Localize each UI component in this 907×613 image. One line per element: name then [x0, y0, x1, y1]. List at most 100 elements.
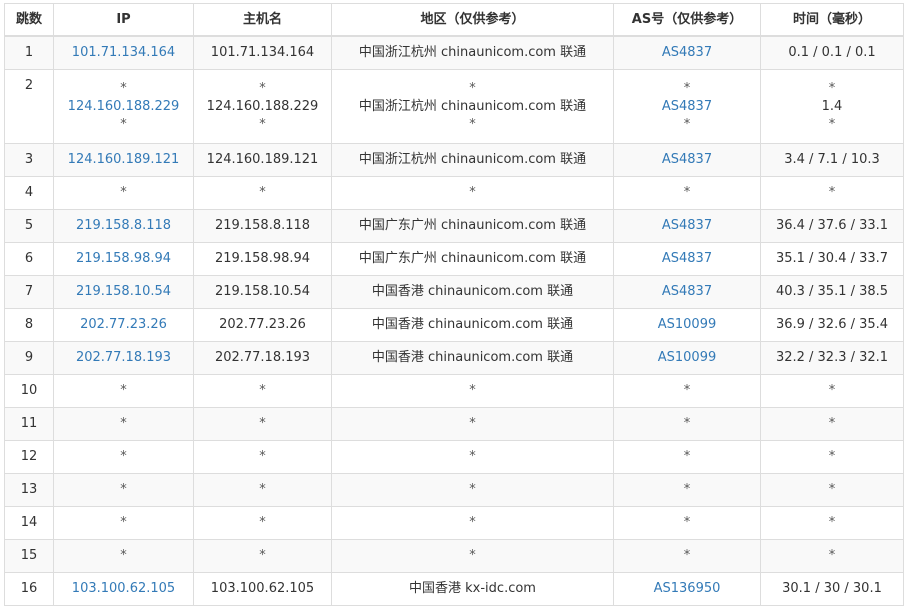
time-cell: 40.3 / 35.1 / 38.5: [760, 275, 904, 309]
asn-link[interactable]: AS4837: [618, 44, 756, 62]
time-cell: 35.1 / 30.4 / 33.7: [760, 242, 904, 276]
no-response-marker: *: [828, 515, 836, 530]
no-response-marker: *: [259, 482, 266, 497]
asn-link[interactable]: AS4837: [618, 151, 756, 169]
time-cell: *: [760, 539, 904, 573]
asn-link[interactable]: AS4837: [618, 283, 756, 301]
table-header-row: 跳数 IP 主机名 地区（仅供参考） AS号（仅供参考） 时间（毫秒）: [4, 3, 904, 37]
location-text: 中国浙江杭州 chinaunicom.com 联通: [358, 45, 587, 60]
ip-link[interactable]: 219.158.10.54: [58, 283, 189, 301]
no-response-marker: *: [683, 548, 691, 563]
time-cell: *: [760, 374, 904, 408]
no-response-marker: *: [259, 80, 266, 96]
hop-number: 7: [4, 275, 54, 309]
location-text: 中国香港 chinaunicom.com 联通: [371, 317, 574, 332]
table-row: 14 * * * * *: [4, 506, 904, 540]
time-cell: *: [760, 176, 904, 210]
ip-link[interactable]: 124.160.188.229: [58, 98, 189, 116]
location-cell: *: [331, 176, 614, 210]
asn-cell: AS4837: [613, 209, 761, 243]
time-cell: *: [760, 473, 904, 507]
location-cell: *: [331, 374, 614, 408]
hop-number: 1: [4, 35, 54, 70]
no-response-marker: *: [259, 383, 266, 398]
no-response-marker: *: [828, 482, 836, 497]
hop-number: 9: [4, 341, 54, 375]
asn-link[interactable]: AS4837: [618, 217, 756, 235]
location-text: 中国广东广州 chinaunicom.com 联通: [358, 218, 587, 233]
ip-link[interactable]: 202.77.18.193: [58, 349, 189, 367]
asn-cell: AS10099: [613, 341, 761, 375]
no-response-marker: *: [828, 548, 836, 563]
no-response-marker: *: [259, 548, 266, 563]
ip-link[interactable]: 219.158.8.118: [58, 217, 189, 235]
table-row: 7 219.158.10.54 219.158.10.54 中国香港 chinauni…: [4, 275, 904, 309]
location-cell: 中国香港 kx-idc.com: [331, 572, 614, 606]
header-hop: 跳数: [4, 3, 54, 37]
no-response-marker: *: [469, 449, 476, 464]
table-row: 4 * * * * *: [4, 176, 904, 210]
hostname-cell: 124.160.189.121: [193, 143, 332, 177]
asn-link[interactable]: AS4837: [618, 98, 756, 116]
no-response-marker: *: [683, 416, 691, 431]
ip-cell: 103.100.62.105: [53, 572, 194, 606]
asn-cell: *: [613, 176, 761, 210]
asn-cell: *: [613, 374, 761, 408]
ip-cell: 202.77.18.193: [53, 341, 194, 375]
no-response-marker: *: [828, 185, 836, 200]
ip-cell: 101.71.134.164: [53, 35, 194, 70]
no-response-marker: *: [120, 548, 127, 563]
hop-number: 2: [4, 69, 54, 144]
location-cell: * 中国浙江杭州 chinaunicom.com 联通 *: [331, 69, 614, 144]
asn-cell: AS4837: [613, 143, 761, 177]
hostname-cell: 219.158.10.54: [193, 275, 332, 309]
hostname-text: 124.160.188.229: [206, 98, 319, 114]
hop-number: 8: [4, 308, 54, 342]
time-cell: *: [760, 506, 904, 540]
traceroute-table: 跳数 IP 主机名 地区（仅供参考） AS号（仅供参考） 时间（毫秒） 1 101…: [4, 3, 904, 606]
hop-number: 16: [4, 572, 54, 606]
hop-number: 5: [4, 209, 54, 243]
asn-cell: *: [613, 539, 761, 573]
header-location: 地区（仅供参考）: [331, 3, 614, 37]
location-text: 中国广东广州 chinaunicom.com 联通: [358, 251, 587, 266]
ip-link[interactable]: 101.71.134.164: [58, 44, 189, 62]
no-response-marker: *: [828, 80, 836, 96]
hostname-cell: *: [193, 506, 332, 540]
no-response-marker: *: [683, 449, 691, 464]
location-cell: *: [331, 506, 614, 540]
table-body: 1 101.71.134.164 101.71.134.164 中国浙江杭州 chin…: [4, 35, 904, 606]
asn-link[interactable]: AS136950: [618, 580, 756, 598]
no-response-marker: *: [828, 416, 836, 431]
ip-cell: *: [53, 506, 194, 540]
table-row: 10 * * * * *: [4, 374, 904, 408]
no-response-marker: *: [120, 80, 127, 96]
asn-link[interactable]: AS4837: [618, 250, 756, 268]
hop-number: 10: [4, 374, 54, 408]
asn-link[interactable]: AS10099: [618, 316, 756, 334]
location-cell: *: [331, 440, 614, 474]
hostname-text: 202.77.18.193: [214, 350, 311, 365]
asn-cell: *: [613, 473, 761, 507]
ip-cell: * 124.160.188.229 *: [53, 69, 194, 144]
time-cell: 30.1 / 30 / 30.1: [760, 572, 904, 606]
ip-link[interactable]: 202.77.23.26: [58, 316, 189, 334]
table-row: 16 103.100.62.105 103.100.62.105 中国香港 kx-id…: [4, 572, 904, 606]
ip-link[interactable]: 103.100.62.105: [58, 580, 189, 598]
no-response-marker: *: [469, 383, 476, 398]
ip-link[interactable]: 124.160.189.121: [58, 151, 189, 169]
no-response-marker: *: [683, 116, 691, 132]
asn-cell: AS136950: [613, 572, 761, 606]
hostname-cell: * 124.160.188.229 *: [193, 69, 332, 144]
asn-link[interactable]: AS10099: [618, 349, 756, 367]
ip-link[interactable]: 219.158.98.94: [58, 250, 189, 268]
table-row: 12 * * * * *: [4, 440, 904, 474]
hostname-text: 124.160.189.121: [206, 152, 319, 167]
no-response-marker: *: [120, 482, 127, 497]
no-response-marker: *: [469, 416, 476, 431]
no-response-marker: *: [469, 548, 476, 563]
hostname-cell: 202.77.23.26: [193, 308, 332, 342]
ip-cell: *: [53, 176, 194, 210]
table-row: 13 * * * * *: [4, 473, 904, 507]
no-response-marker: *: [259, 515, 266, 530]
